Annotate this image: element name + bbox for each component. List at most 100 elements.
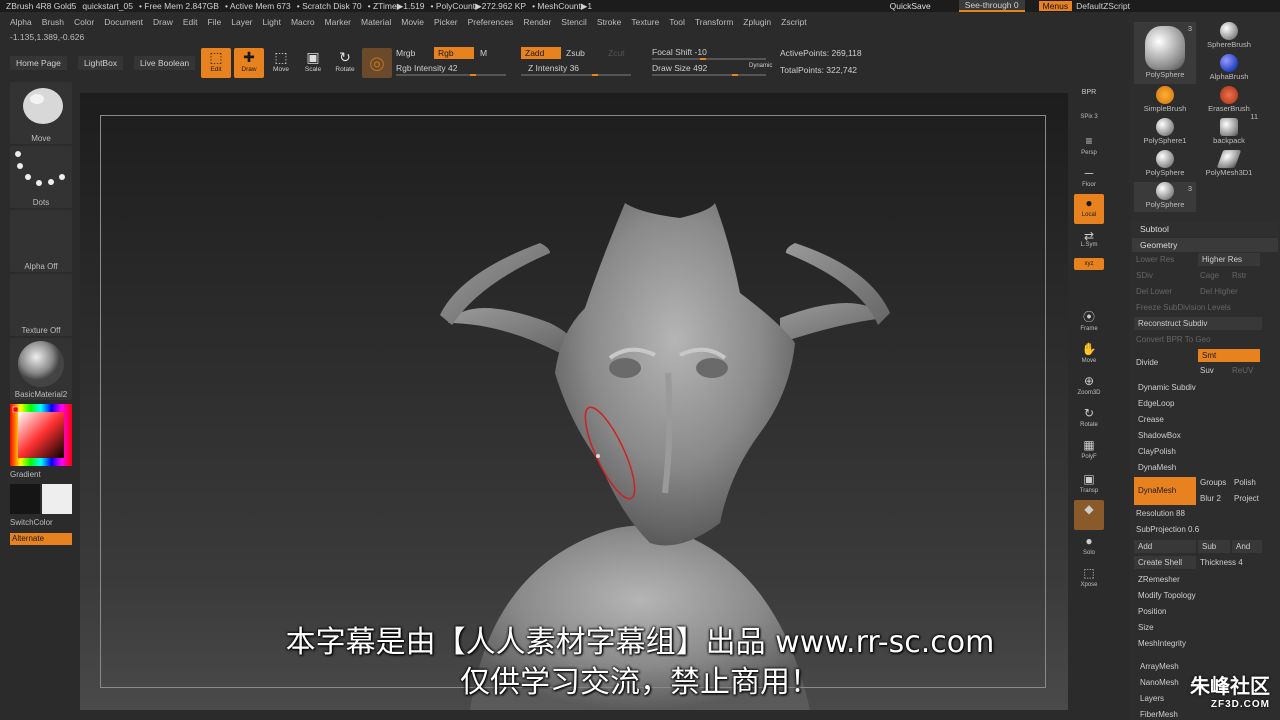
divide-button[interactable]: Divide [1136, 356, 1196, 369]
thickness-slider[interactable]: Thickness 4 [1200, 556, 1262, 569]
quicksave-button[interactable]: QuickSave [890, 1, 931, 11]
menu-texture[interactable]: Texture [631, 17, 659, 27]
menu-picker[interactable]: Picker [434, 17, 458, 27]
tool-thumb-alphabrush[interactable]: AlphaBrush [1198, 54, 1260, 84]
dynamesh-section-header[interactable]: DynaMesh [1138, 461, 1266, 474]
lightbox-button[interactable]: LightBox [78, 56, 124, 70]
edgeloop-section[interactable]: EdgeLoop [1138, 397, 1266, 410]
rstr-button[interactable]: Rstr [1232, 269, 1260, 282]
higher-res-button[interactable]: Higher Res [1198, 253, 1260, 266]
edit-mode-button[interactable]: ⬚ Edit [201, 48, 231, 78]
menu-zplugin[interactable]: Zplugin [743, 17, 771, 27]
menu-document[interactable]: Document [104, 17, 143, 27]
project-toggle[interactable]: Project [1234, 492, 1264, 505]
tool-thumb-polymesh3d1[interactable]: PolyMesh3D1 [1198, 150, 1260, 180]
create-shell-button[interactable]: Create Shell [1134, 556, 1196, 569]
xyz-button[interactable]: xyz [1074, 258, 1104, 270]
live-boolean-button[interactable]: Live Boolean [134, 56, 196, 70]
tool-thumb-polysphere1[interactable]: PolySphere1 [1134, 118, 1196, 148]
transp-button[interactable]: ▣ Transp [1074, 470, 1104, 500]
subprojection-slider[interactable]: SubProjection 0.6 [1136, 523, 1264, 536]
zsub-button[interactable]: Zsub [566, 48, 585, 58]
del-lower-button[interactable]: Del Lower [1136, 285, 1198, 298]
scale-mode-button[interactable]: ▣ Scale [298, 48, 328, 78]
polish-toggle[interactable]: Polish [1234, 476, 1264, 489]
home-page-button[interactable]: Home Page [10, 56, 67, 70]
reconstruct-subdiv-button[interactable]: Reconstruct Subdiv [1134, 317, 1262, 330]
lsym-button[interactable]: ⇄ L.Sym [1074, 230, 1104, 252]
rgb-intensity-slider[interactable]: Rgb Intensity 42 [396, 63, 457, 73]
secondary-color-swatch[interactable] [10, 484, 40, 514]
menu-tool[interactable]: Tool [669, 17, 685, 27]
xpose-button[interactable]: ⬚ Xpose [1074, 564, 1104, 594]
menu-zscript[interactable]: Zscript [781, 17, 807, 27]
blur-slider[interactable]: Blur 2 [1200, 492, 1232, 505]
dynamic-toggle[interactable]: Dynamic [749, 63, 772, 69]
menu-transform[interactable]: Transform [695, 17, 733, 27]
bpr-render-button[interactable]: BPR [1074, 84, 1104, 114]
dynamic-subdiv-section[interactable]: Dynamic Subdiv [1138, 381, 1266, 394]
draw-size-slider[interactable]: Draw Size 492 [652, 63, 707, 73]
switch-color-button[interactable]: SwitchColor [10, 518, 72, 527]
persp-button[interactable]: ≡ Persp [1074, 132, 1104, 162]
and-button[interactable]: And [1232, 540, 1262, 553]
groups-toggle[interactable]: Groups [1200, 476, 1232, 489]
convert-bpr-button[interactable]: Convert BPR To Geo [1136, 333, 1264, 346]
menu-macro[interactable]: Macro [291, 17, 315, 27]
default-zscript-button[interactable]: DefaultZScript [1076, 1, 1130, 11]
menu-brush[interactable]: Brush [42, 17, 64, 27]
reuv-toggle[interactable]: ReUV [1232, 364, 1260, 377]
menu-marker[interactable]: Marker [325, 17, 351, 27]
menu-alpha[interactable]: Alpha [10, 17, 32, 27]
dynamesh-button[interactable]: DynaMesh [1134, 477, 1196, 505]
del-higher-button[interactable]: Del Higher [1200, 285, 1262, 298]
ghost-button[interactable]: ◆ [1074, 500, 1104, 530]
rgb-button[interactable]: Rgb [434, 47, 474, 59]
tool-thumb-polysphere-2[interactable]: PolySphere [1134, 150, 1196, 180]
crease-section[interactable]: Crease [1138, 413, 1266, 426]
z-intensity-slider[interactable]: Z Intensity 36 [528, 63, 579, 73]
menu-stroke[interactable]: Stroke [597, 17, 622, 27]
menu-draw[interactable]: Draw [153, 17, 173, 27]
cage-button[interactable]: Cage [1200, 269, 1230, 282]
frame-button[interactable]: ⦿ Frame [1074, 308, 1104, 338]
freeze-subdiv-button[interactable]: Freeze SubDivision Levels [1136, 301, 1266, 314]
menu-preferences[interactable]: Preferences [468, 17, 514, 27]
zoom3d-button[interactable]: ⊕ Zoom3D [1074, 372, 1104, 402]
sub-button[interactable]: Sub [1198, 540, 1230, 553]
focal-shift-slider[interactable]: Focal Shift -10 [652, 47, 707, 57]
menu-file[interactable]: File [208, 17, 222, 27]
color-picker[interactable] [10, 404, 72, 466]
tool-thumb-simplebrush[interactable]: SimpleBrush [1134, 86, 1196, 116]
alternate-button[interactable]: Alternate [10, 533, 72, 545]
solo-button[interactable]: ● Solo [1074, 532, 1104, 562]
floor-button[interactable]: ─ Floor [1074, 164, 1104, 194]
move-mode-button[interactable]: ⬚ Move [266, 48, 296, 78]
zadd-button[interactable]: Zadd [521, 47, 561, 59]
main-color-swatch[interactable] [42, 484, 72, 514]
see-through-slider[interactable]: See-through 0 [958, 0, 1025, 12]
add-button[interactable]: Add [1134, 540, 1196, 553]
subtool-header[interactable]: Subtool [1132, 222, 1278, 236]
menu-edit[interactable]: Edit [183, 17, 198, 27]
sdiv-slider[interactable]: SDiv [1136, 269, 1198, 282]
smt-toggle[interactable]: Smt [1198, 349, 1260, 362]
material-swatch[interactable]: ◎ [362, 48, 392, 78]
gradient-label[interactable]: Gradient [10, 470, 72, 479]
lower-res-button[interactable]: Lower Res [1136, 253, 1198, 266]
zcut-button[interactable]: Zcut [608, 48, 625, 58]
claypolish-section[interactable]: ClayPolish [1138, 445, 1266, 458]
menu-render[interactable]: Render [523, 17, 551, 27]
modify-topology-section[interactable]: Modify Topology [1138, 589, 1266, 602]
rotate-mode-button[interactable]: ↻ Rotate [330, 48, 360, 78]
zremesher-section[interactable]: ZRemesher [1138, 573, 1266, 586]
rotate-view-button[interactable]: ↻ Rotate [1074, 404, 1104, 434]
local-button[interactable]: ● Local [1074, 194, 1104, 224]
mrgb-button[interactable]: Mrgb [396, 48, 415, 58]
menu-movie[interactable]: Movie [401, 17, 424, 27]
resolution-slider[interactable]: Resolution 88 [1136, 507, 1264, 520]
spix-slider[interactable]: SPix 3 [1074, 114, 1104, 128]
tool-thumb-polysphere-3[interactable]: PolySphere 3 [1134, 182, 1196, 212]
shadowbox-section[interactable]: ShadowBox [1138, 429, 1266, 442]
tool-thumb-polysphere[interactable]: PolySphere 3 [1134, 22, 1196, 84]
